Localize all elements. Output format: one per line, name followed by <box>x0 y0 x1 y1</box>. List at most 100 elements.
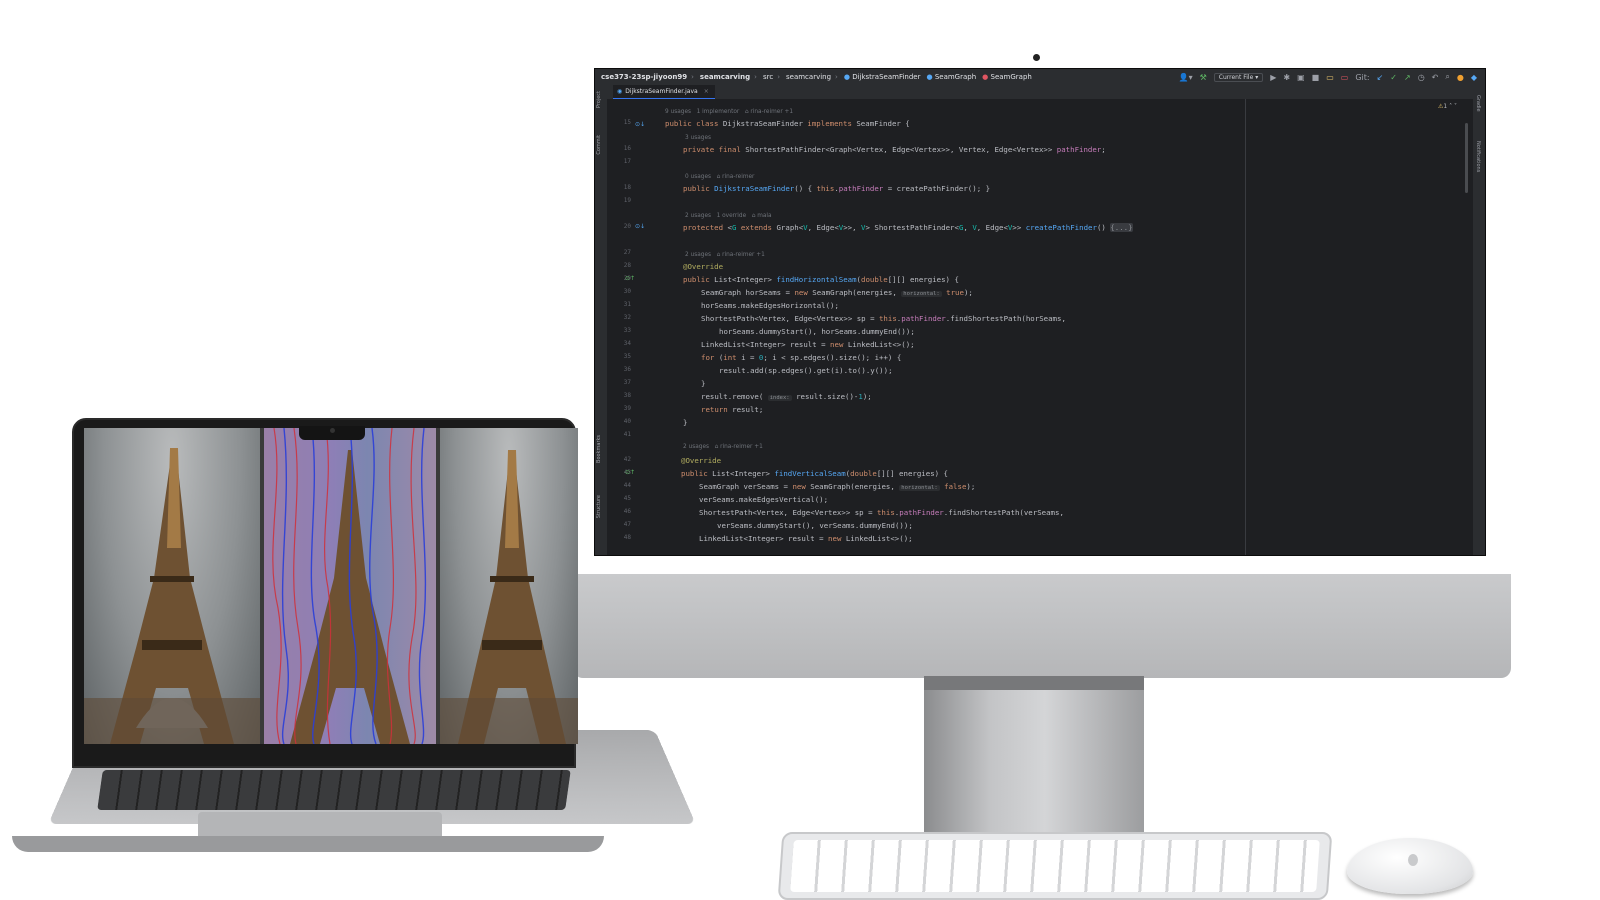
coverage-icon[interactable]: ▣ <box>1297 73 1305 82</box>
editor-scrollbar[interactable] <box>1465 123 1468 193</box>
imac-stand-shadow <box>924 676 1144 690</box>
code-line-16: private final ShortestPathFinder<Graph<V… <box>683 145 1106 154</box>
apple-logo-icon <box>1408 854 1418 866</box>
code-line-39: return result; <box>701 405 764 414</box>
breadcrumb-class-label: DijkstraSeamFinder <box>852 73 921 81</box>
code-line-20: protected <G extends Graph<V, Edge<V>>, … <box>683 223 1133 232</box>
code-vision-hint[interactable]: 2 usages 1 override ⌂ mala <box>685 213 772 219</box>
code-line-37: } <box>701 379 706 388</box>
git-commit-icon[interactable]: ✓ <box>1390 73 1397 82</box>
overridden-marker-icon[interactable]: ⊙↓ <box>635 223 645 230</box>
code-line-40: } <box>683 418 688 427</box>
breadcrumb-constructor[interactable]: ● SeamGraph <box>982 73 1032 81</box>
override-marker-icon[interactable]: ⊙↑ <box>625 275 635 282</box>
git-update-icon[interactable]: ↙ <box>1377 73 1384 82</box>
run-icon[interactable]: ▶ <box>1270 73 1276 82</box>
line-number: 37 <box>623 379 631 386</box>
imac-camera <box>1033 54 1040 61</box>
code-vision-hint[interactable]: 2 usages ⌂ rina-reimer +1 <box>683 444 763 450</box>
breadcrumb-separator: › <box>691 73 694 81</box>
line-number: 17 <box>623 158 631 165</box>
line-number: 44 <box>623 482 631 489</box>
breadcrumb-class-seamgraph[interactable]: ● SeamGraph <box>926 73 976 81</box>
breadcrumb-package[interactable]: seamcarving <box>786 73 831 81</box>
rollback-icon[interactable]: ↶ <box>1432 73 1439 82</box>
history-icon[interactable]: ◷ <box>1418 73 1425 82</box>
code-line-46: ShortestPath<Vertex, Edge<Vertex>> sp = … <box>699 508 1064 517</box>
line-number: 31 <box>623 301 631 308</box>
tool-notifications[interactable]: Notifications <box>1475 141 1481 172</box>
imac-stand <box>924 676 1144 836</box>
imac-chin <box>573 574 1511 678</box>
macbook-camera <box>330 428 335 433</box>
inspection-widget[interactable]: ⚠1 ˄ ˅ <box>1438 103 1457 110</box>
user-icon[interactable]: 👤▾ <box>1179 73 1193 82</box>
run-config-label: Current File <box>1218 73 1254 81</box>
search-icon[interactable]: ⌕ <box>1445 72 1449 82</box>
code-with-me-icon[interactable]: ▭ <box>1326 73 1334 82</box>
tool-commit[interactable]: Commit <box>596 135 602 155</box>
line-number: 38 <box>623 392 631 399</box>
breadcrumb-class-dijkstra[interactable]: ● DijkstraSeamFinder <box>844 73 921 81</box>
updates-icon[interactable]: ● <box>1457 73 1464 82</box>
toolbar-right: 👤▾ ⚒ Current File ▾ ▶ ✱ ▣ ■ ▭ ▭ Git: ↙ ✓… <box>1179 72 1485 82</box>
code-vision-hint[interactable]: 0 usages ⌂ rina-reimer <box>685 174 754 180</box>
line-number: 40 <box>623 418 631 425</box>
code-vision-hint[interactable]: 3 usages <box>685 135 711 141</box>
tool-gradle[interactable]: Gradle <box>1475 95 1481 112</box>
build-hammer-icon[interactable]: ⚒ <box>1200 73 1207 82</box>
code-line-30: SeamGraph horSeams = new SeamGraph(energ… <box>701 288 973 297</box>
run-configuration-select[interactable]: Current File ▾ <box>1213 72 1264 82</box>
line-number: 46 <box>623 508 631 515</box>
code-line-45: verSeams.makeEdgesVertical(); <box>699 495 829 504</box>
line-number: 36 <box>623 366 631 373</box>
line-number: 47 <box>623 521 631 528</box>
tool-structure[interactable]: Structure <box>596 495 602 518</box>
code-line-47: verSeams.dummyStart(), verSeams.dummyEnd… <box>717 521 913 530</box>
eiffel-tower-icon <box>84 448 260 744</box>
line-number: 48 <box>623 534 631 541</box>
java-class-icon: ◉ <box>617 88 623 95</box>
profiler-icon[interactable]: ▭ <box>1341 73 1349 82</box>
code-line-48: LinkedList<Integer> result = new LinkedL… <box>699 534 913 543</box>
git-push-icon[interactable]: ↗ <box>1404 73 1411 82</box>
ide-navigation-bar: cse373-23sp-jiyoon99 › seamcarving › src… <box>595 69 1485 86</box>
macbook-keyboard <box>97 770 571 810</box>
line-number: 27 <box>623 249 631 256</box>
code-line-15: public class DijkstraSeamFinder implemen… <box>665 119 910 128</box>
seam-visualization <box>264 428 436 744</box>
close-icon[interactable]: × <box>704 88 709 95</box>
macbook-front-edge <box>12 836 604 852</box>
implemented-marker-icon[interactable]: ⊙↓ <box>635 121 645 128</box>
editor-tab-bar: ◉ DijkstraSeamFinder.java × <box>607 85 1473 100</box>
breadcrumb-separator: › <box>754 73 757 81</box>
keyboard-keys <box>790 840 1320 892</box>
stop-icon[interactable]: ■ <box>1312 73 1320 82</box>
code-line-42: @Override <box>681 456 722 465</box>
warning-count: 1 <box>1443 103 1448 110</box>
breadcrumb-project[interactable]: cse373-23sp-jiyoon99 <box>601 73 687 81</box>
line-number: 28 <box>623 262 631 269</box>
code-line-34: LinkedList<Integer> result = new LinkedL… <box>701 340 915 349</box>
magic-mouse <box>1347 838 1473 894</box>
code-vision-hint[interactable]: 9 usages 1 implementor ⌂ rina-reimer +1 <box>665 109 793 115</box>
debug-icon[interactable]: ✱ <box>1283 73 1290 82</box>
code-line-33: horSeams.dummyStart(), horSeams.dummyEnd… <box>719 327 915 336</box>
breadcrumb-module[interactable]: seamcarving <box>700 73 750 81</box>
breadcrumb-method-label: SeamGraph <box>990 73 1032 81</box>
jetbrains-logo-icon[interactable]: ◆ <box>1471 73 1477 82</box>
tool-project[interactable]: Project <box>596 91 602 108</box>
imac-screen: cse373-23sp-jiyoon99 › seamcarving › src… <box>594 68 1486 556</box>
breadcrumb-src[interactable]: src <box>763 73 773 81</box>
breadcrumb-separator: › <box>835 73 838 81</box>
tab-label: DijkstraSeamFinder.java <box>625 88 698 95</box>
override-marker-icon[interactable]: ⊙↑ <box>625 469 635 476</box>
line-number: 20 <box>623 223 631 230</box>
line-number: 42 <box>623 456 631 463</box>
right-tool-strip: Gradle Notifications <box>1472 85 1485 555</box>
code-line-44: SeamGraph verSeams = new SeamGraph(energ… <box>699 482 976 491</box>
tool-bookmarks[interactable]: Bookmarks <box>596 435 602 463</box>
code-vision-hint[interactable]: 2 usages ⌂ rina-reimer +1 <box>685 252 765 258</box>
editor-tab[interactable]: ◉ DijkstraSeamFinder.java × <box>613 85 715 100</box>
code-line-32: ShortestPath<Vertex, Edge<Vertex>> sp = … <box>701 314 1066 323</box>
